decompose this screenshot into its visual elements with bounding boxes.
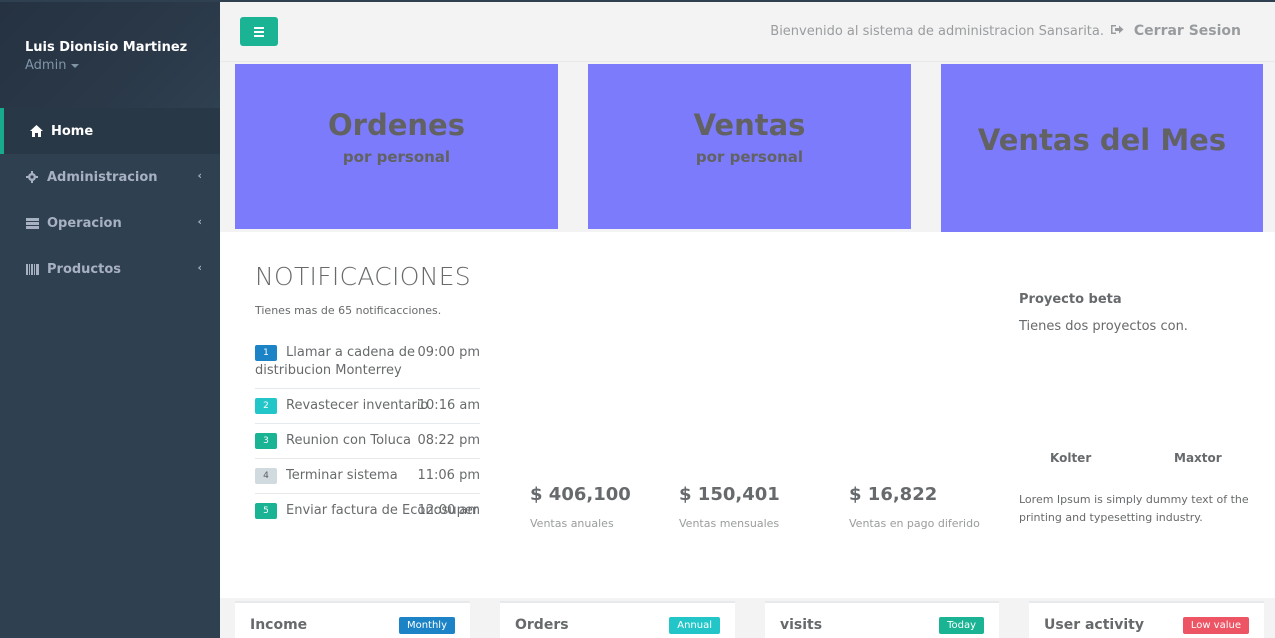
stat-label: Ventas mensuales: [679, 517, 780, 530]
project-label-maxtor: Maxtor: [1174, 451, 1222, 465]
gear-icon: [25, 170, 39, 184]
notification-time: 08:22 pm: [417, 433, 480, 448]
stat-ventas-mensuales: $ 150,401 Ventas mensuales: [679, 484, 780, 530]
sidebar-item-administracion[interactable]: Administracion ‹: [0, 154, 220, 200]
number-badge: 4: [255, 468, 277, 484]
profile-role-label: Admin: [25, 58, 67, 73]
notifications-list: 1 Llamar a cadena de distribucion Monterr…: [255, 336, 480, 528]
notification-text: Reunion con Toluca: [286, 433, 411, 448]
project-label-kolter: Kolter: [1050, 451, 1092, 465]
notification-text: Terminar sistema: [286, 468, 398, 483]
stat-ventas-diferido: $ 16,822 Ventas en pago diferido: [849, 484, 980, 530]
sidebar-item-operacion[interactable]: Operacion ‹: [0, 200, 220, 246]
number-badge: 1: [255, 345, 277, 361]
stat-label: Ventas anuales: [530, 517, 614, 530]
widget-title: Orders: [515, 617, 569, 633]
sidebar-item-label: Operacion: [47, 215, 122, 231]
sidebar-item-label: Administracion: [47, 169, 158, 185]
number-badge: 5: [255, 503, 277, 519]
profile-name: Luis Dionisio Martinez: [25, 40, 188, 55]
notification-time: 12:00 am: [417, 503, 480, 518]
stat-ventas-anuales: $ 406,100 Ventas anuales: [530, 484, 631, 530]
list-item[interactable]: 3 Reunion con Toluca 08:22 pm: [255, 424, 480, 459]
card-title: Ventas: [693, 108, 806, 142]
card-ventas[interactable]: Ventas por personal: [588, 64, 911, 229]
hamburger-icon-line: [254, 34, 264, 37]
list-item[interactable]: 2 Revastecer inventario 10:16 am: [255, 389, 480, 424]
sidebar-item-home[interactable]: Home: [0, 108, 220, 154]
widget-label: Low value: [1182, 617, 1249, 634]
list-item[interactable]: 1 Llamar a cadena de distribucion Monterr…: [255, 336, 480, 389]
number-badge: 2: [255, 398, 277, 414]
chevron-left-icon: ‹: [197, 169, 202, 182]
card-subtitle: por personal: [695, 148, 804, 166]
notification-time: 09:00 pm: [417, 345, 480, 360]
widget-orders: Orders Annual: [500, 601, 735, 638]
sidebar-item-productos[interactable]: Productos ‹: [0, 246, 220, 292]
hamburger-icon: [254, 26, 264, 29]
welcome-message: Bienvenido al sistema de administracion …: [770, 24, 1104, 39]
barcode-icon: [25, 262, 39, 276]
sidebar-item-label: Productos: [47, 261, 122, 277]
sidebar-item-label: Home: [51, 123, 94, 139]
profile-role-dropdown[interactable]: Admin: [25, 58, 195, 73]
number-badge: 3: [255, 433, 277, 449]
stat-value: $ 406,100: [530, 484, 631, 505]
stat-value: $ 16,822: [849, 484, 938, 505]
caret-down-icon: [71, 63, 80, 68]
top-navbar: Bienvenido al sistema de administracion …: [220, 2, 1275, 62]
project-description: Lorem Ipsum is simply dummy text of the …: [1019, 493, 1249, 524]
list-item[interactable]: 5 Enviar factura de Econosuper 12:00 am: [255, 494, 480, 528]
widget-income: Income Monthly: [235, 601, 470, 638]
project-title: Proyecto beta: [1019, 292, 1122, 307]
widget-label: Today: [939, 617, 984, 634]
stat-label: Ventas en pago diferido: [849, 517, 980, 530]
widget-visits: visits Today: [765, 601, 999, 638]
widget-label: Annual: [669, 617, 720, 634]
notification-time: 11:06 pm: [417, 468, 480, 483]
menu-toggle-button[interactable]: [240, 17, 278, 46]
chevron-left-icon: ‹: [197, 261, 202, 274]
sign-out-icon: [1110, 23, 1124, 39]
logout-link[interactable]: Cerrar Sesion: [1110, 23, 1241, 39]
notification-text: Revastecer inventario: [286, 398, 429, 413]
card-ventas-del-mes[interactable]: Ventas del Mes: [941, 64, 1263, 232]
widget-title: visits: [780, 617, 823, 633]
list-item[interactable]: 4 Terminar sistema 11:06 pm: [255, 459, 480, 494]
card-ordenes[interactable]: Ordenes por personal: [235, 64, 558, 229]
widget-title: Income: [250, 617, 308, 633]
notifications-subtitle: Tienes mas de 65 notificacciones.: [255, 304, 442, 317]
chevron-left-icon: ‹: [197, 215, 202, 228]
project-subtitle: Tienes dos proyectos con.: [1019, 319, 1188, 334]
card-subtitle: por personal: [342, 148, 451, 166]
notifications-title: NOTIFICACIONES: [255, 262, 471, 291]
dashboard-panel: NOTIFICACIONES Tienes mas de 65 notifica…: [220, 232, 1275, 598]
stat-value: $ 150,401: [679, 484, 780, 505]
profile-header: Luis Dionisio Martinez Admin: [0, 2, 220, 108]
logout-label: Cerrar Sesion: [1133, 23, 1241, 39]
widget-title: User activity: [1044, 617, 1144, 633]
widget-user-activity: User activity Low value: [1029, 601, 1264, 638]
notification-text: Llamar a cadena de distribucion Monterre…: [255, 345, 415, 378]
widget-label: Monthly: [398, 617, 455, 634]
hamburger-icon-line: [254, 30, 264, 33]
card-title: Ventas del Mes: [977, 123, 1227, 157]
home-icon: [29, 124, 43, 138]
notification-time: 10:16 am: [417, 398, 480, 413]
list-icon: [25, 216, 39, 230]
card-title: Ordenes: [328, 108, 465, 142]
sidebar: Luis Dionisio Martinez Admin Home Admini…: [0, 2, 220, 638]
